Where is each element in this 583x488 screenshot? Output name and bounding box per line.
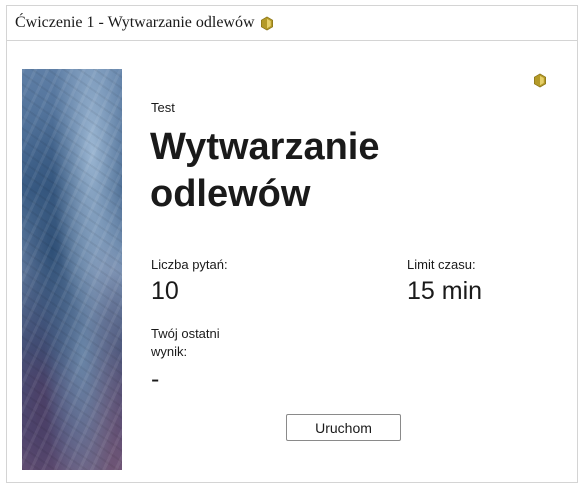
activity-type-label: Test bbox=[151, 100, 175, 115]
question-count-value: 10 bbox=[151, 277, 179, 305]
activity-cover-image bbox=[22, 69, 122, 470]
last-result-value: - bbox=[151, 365, 160, 393]
question-count-label: Liczba pytań: bbox=[151, 257, 228, 272]
time-limit-label: Limit czasu: bbox=[407, 257, 476, 272]
start-button[interactable]: Uruchom bbox=[286, 414, 401, 441]
hexagon-icon bbox=[260, 16, 273, 30]
activity-panel: Ćwiczenie 1 - Wytwarzanie odlewów Test W… bbox=[6, 5, 578, 483]
question-count-stat: Liczba pytań: 10 bbox=[151, 256, 228, 306]
time-limit-stat: Limit czasu: 15 min bbox=[407, 256, 482, 306]
panel-title: Ćwiczenie 1 - Wytwarzanie odlewów bbox=[15, 14, 255, 31]
time-limit-value: 15 min bbox=[407, 277, 483, 305]
activity-title: Wytwarzanie odlewów bbox=[150, 126, 380, 215]
hexagon-icon bbox=[534, 73, 546, 88]
last-result-label: Twój ostatni wynik: bbox=[151, 326, 220, 359]
last-result-stat: Twój ostatni wynik: - bbox=[151, 325, 251, 394]
panel-header: Ćwiczenie 1 - Wytwarzanie odlewów bbox=[7, 6, 577, 41]
